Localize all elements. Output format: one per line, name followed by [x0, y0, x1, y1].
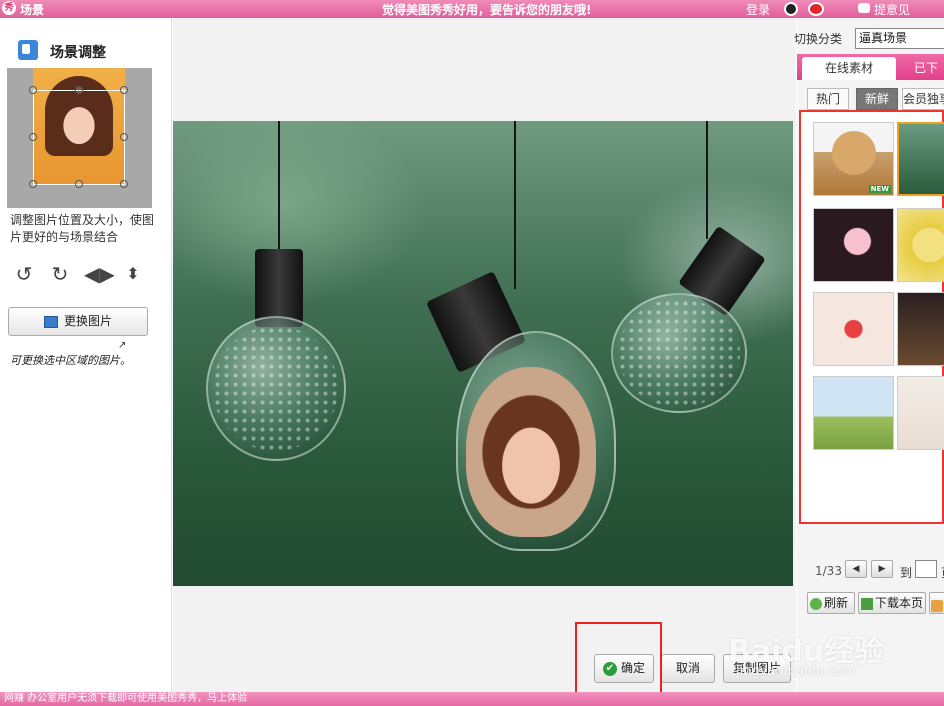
goto-label: 到 — [900, 566, 913, 580]
tab-online-materials[interactable]: 在线素材 — [802, 57, 896, 80]
new-badge: NEW — [868, 185, 891, 193]
title-bar: 秀 场景 觉得美图秀秀好用，要告诉您的朋友哦! 登录 提意见 — [0, 0, 944, 18]
bulb-wire — [278, 121, 280, 251]
material-thumb[interactable] — [897, 292, 944, 366]
download-page-label: 下载本页 — [875, 596, 924, 610]
flip-vertical-icon[interactable]: ⬍ — [121, 262, 145, 286]
crop-preview[interactable] — [7, 68, 152, 208]
crop-handle[interactable] — [29, 86, 37, 94]
water-drops — [618, 299, 740, 407]
app-logo-icon: 秀 — [2, 1, 16, 15]
subtab-fresh[interactable]: 新鲜 — [856, 88, 898, 110]
qq-icon[interactable] — [784, 2, 798, 16]
highlight-box — [575, 622, 662, 698]
material-thumb[interactable] — [897, 376, 944, 450]
water-drops — [213, 326, 338, 451]
subtab-vip[interactable]: 会员独享 — [902, 88, 944, 110]
feedback-icon[interactable] — [858, 3, 870, 13]
handwritten-note: 可更换选中区域的图片。 — [10, 354, 131, 367]
scene-preview[interactable] — [173, 121, 793, 586]
image-icon — [43, 315, 58, 328]
material-grid: NEW 1/33 ◀ ▶ 到 页 刷新 下载本页 — [799, 110, 944, 614]
material-thumb[interactable] — [813, 376, 894, 450]
material-thumb-selected[interactable] — [897, 122, 944, 196]
cancel-button[interactable]: 取消 — [661, 654, 715, 683]
material-thumb[interactable] — [813, 292, 894, 366]
scene-adjust-icon — [18, 40, 38, 60]
left-panel: 场景调整 调整图片位置及大小，使图片更好的与场景结合 ↺ ↻ ◀▶ ⬍ 更换图片… — [0, 18, 172, 692]
download-icon — [861, 597, 873, 610]
crop-handle[interactable] — [120, 180, 128, 188]
material-thumb[interactable] — [813, 208, 894, 282]
download-page-button[interactable]: 下载本页 — [858, 592, 926, 614]
replace-image-label: 更换图片 — [63, 314, 112, 328]
bulb-wire — [706, 121, 708, 239]
crop-handle[interactable] — [29, 133, 37, 141]
tab-downloaded[interactable]: 已下 — [901, 57, 944, 80]
more-icon — [931, 599, 943, 612]
composited-face — [466, 367, 596, 537]
handwritten-arrow: ↗ — [118, 340, 127, 351]
category-select[interactable]: 逼真场景 — [855, 28, 944, 49]
crop-handle[interactable] — [29, 180, 37, 188]
flip-horizontal-icon[interactable]: ◀▶ — [84, 262, 115, 286]
material-thumb[interactable] — [897, 208, 944, 282]
material-tabs: 在线素材 已下 — [797, 54, 944, 80]
more-button[interactable] — [929, 592, 944, 614]
category-label: 切换分类 — [794, 32, 843, 46]
refresh-icon — [810, 597, 822, 610]
material-thumb[interactable]: NEW — [813, 122, 894, 196]
weibo-icon[interactable] — [808, 2, 824, 16]
feedback-link[interactable]: 提意见 — [874, 1, 910, 18]
crop-handle[interactable] — [120, 86, 128, 94]
crop-handle[interactable] — [75, 86, 83, 94]
refresh-button[interactable]: 刷新 — [807, 592, 855, 614]
panel-title: 场景调整 — [50, 45, 106, 61]
right-panel: 切换分类 逼真场景 在线素材 已下 热门 新鲜 会员独享 NEW 1/33 ◀ … — [794, 18, 944, 692]
subtab-hot[interactable]: 热门 — [807, 88, 849, 110]
rotate-left-icon[interactable]: ↺ — [12, 262, 36, 286]
page-input[interactable] — [915, 560, 937, 578]
canvas-area: ✔ 确定 取消 复制图片 — [173, 18, 796, 698]
status-bar: 网赚 办公室用户无须下载即可使用美图秀秀，马上体验 — [0, 692, 944, 706]
crop-handle[interactable] — [120, 133, 128, 141]
crop-frame[interactable] — [33, 90, 125, 185]
page-indicator: 1/33 — [815, 564, 842, 578]
replace-image-button[interactable]: 更换图片 — [8, 307, 148, 336]
crop-handle[interactable] — [75, 180, 83, 188]
bear-shape — [832, 131, 876, 175]
watermark-url: jingyan.baidu.com — [736, 664, 856, 679]
adjust-hint: 调整图片位置及大小，使图片更好的与场景结合 — [10, 213, 155, 244]
refresh-label: 刷新 — [824, 596, 849, 610]
next-page-button[interactable]: ▶ — [871, 560, 893, 578]
rotate-right-icon[interactable]: ↻ — [48, 262, 72, 286]
prev-page-button[interactable]: ◀ — [845, 560, 867, 578]
login-link[interactable]: 登录 — [746, 1, 770, 18]
window-title: 场景 — [20, 3, 45, 17]
slogan-link[interactable]: 觉得美图秀秀好用，要告诉您的朋友哦! — [382, 1, 591, 18]
bulb-wire — [514, 121, 516, 289]
